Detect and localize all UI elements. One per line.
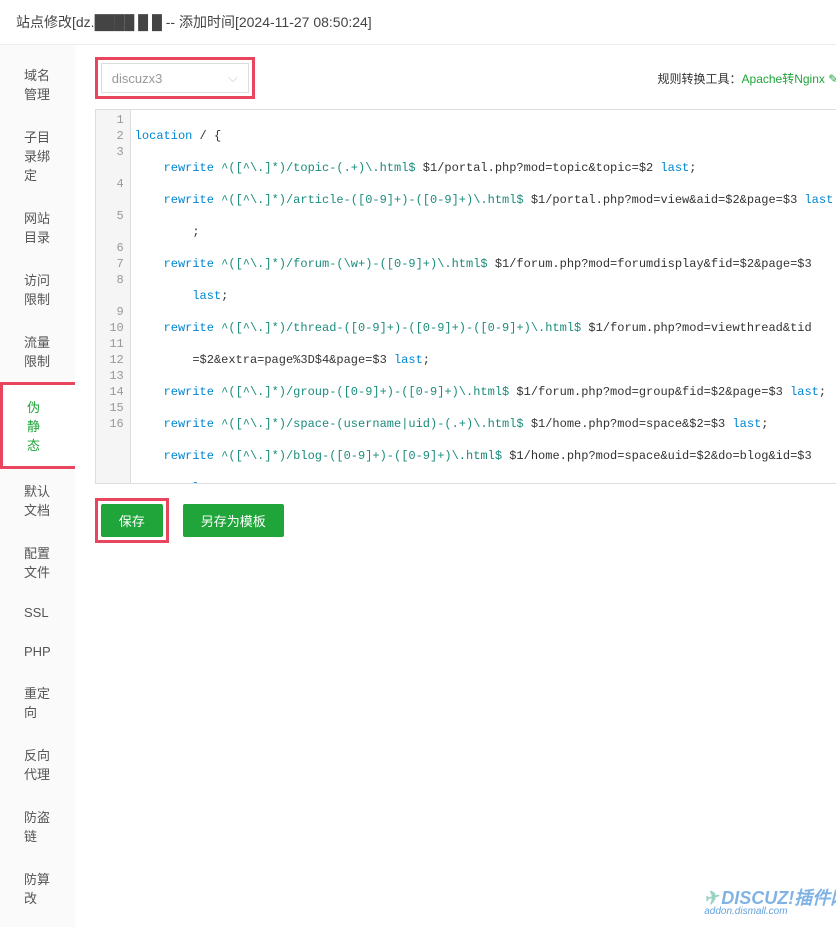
sidebar-item-domain[interactable]: 域名管理	[0, 53, 75, 115]
sidebar-item-tamper[interactable]: 防算改	[0, 857, 75, 919]
page-header: 站点修改[dz.████ █ █ -- 添加时间[2024-11-27 08:5…	[0, 0, 836, 45]
sidebar-item-redirect[interactable]: 重定向	[0, 671, 75, 733]
template-select-highlight: discuzx3 ⌵	[95, 57, 255, 99]
sidebar: 域名管理 子目录绑定 网站目录 访问限制 流量限制 伪静态 默认文档 配置文件 …	[0, 45, 75, 927]
code-area[interactable]: location / { rewrite ^([^\.]*)/topic-(.+…	[131, 110, 836, 483]
sidebar-item-hotlink[interactable]: 防盗链	[0, 795, 75, 857]
tool-link[interactable]: Apache转Nginx ✎	[742, 72, 836, 86]
select-value: discuzx3	[112, 71, 163, 86]
sidebar-item-access[interactable]: 访问限制	[0, 258, 75, 320]
sidebar-item-subdir[interactable]: 子目录绑定	[0, 115, 75, 196]
sidebar-item-defaultdoc[interactable]: 默认文档	[0, 469, 75, 531]
tool-link-area: 规则转换工具：Apache转Nginx ✎	[658, 70, 836, 87]
top-row: discuzx3 ⌵ 规则转换工具：Apache转Nginx ✎	[95, 57, 836, 99]
sidebar-item-php[interactable]: PHP	[0, 632, 75, 671]
save-template-button[interactable]: 另存为模板	[183, 504, 284, 537]
sidebar-item-ssl[interactable]: SSL	[0, 593, 75, 632]
paper-plane-icon: ✈	[702, 886, 722, 910]
main-container: 域名管理 子目录绑定 网站目录 访问限制 流量限制 伪静态 默认文档 配置文件 …	[0, 45, 836, 927]
header-title: 站点修改[dz.████ █ █ -- 添加时间[2024-11-27 08:5…	[16, 14, 372, 30]
save-highlight: 保存	[95, 498, 169, 543]
sidebar-item-config[interactable]: 配置文件	[0, 531, 75, 593]
code-editor[interactable]: 12345678910111213141516 location / { rew…	[95, 109, 836, 484]
main-panel: discuzx3 ⌵ 规则转换工具：Apache转Nginx ✎ 1234567…	[75, 45, 836, 927]
sidebar-item-proxy[interactable]: 反向代理	[0, 733, 75, 795]
sidebar-item-sitedir[interactable]: 网站目录	[0, 196, 75, 258]
save-button[interactable]: 保存	[101, 504, 163, 537]
watermark: ✈DISCUZ!插件网 addon.dismall.com	[704, 884, 836, 917]
template-select[interactable]: discuzx3 ⌵	[101, 63, 249, 93]
button-row: 保存 另存为模板	[95, 498, 836, 543]
line-gutter: 12345678910111213141516	[96, 110, 131, 483]
sidebar-item-rewrite[interactable]: 伪静态	[0, 382, 75, 469]
chevron-down-icon: ⌵	[228, 70, 238, 86]
tool-label: 规则转换工具：	[658, 72, 742, 86]
sidebar-item-traffic[interactable]: 流量限制	[0, 320, 75, 382]
